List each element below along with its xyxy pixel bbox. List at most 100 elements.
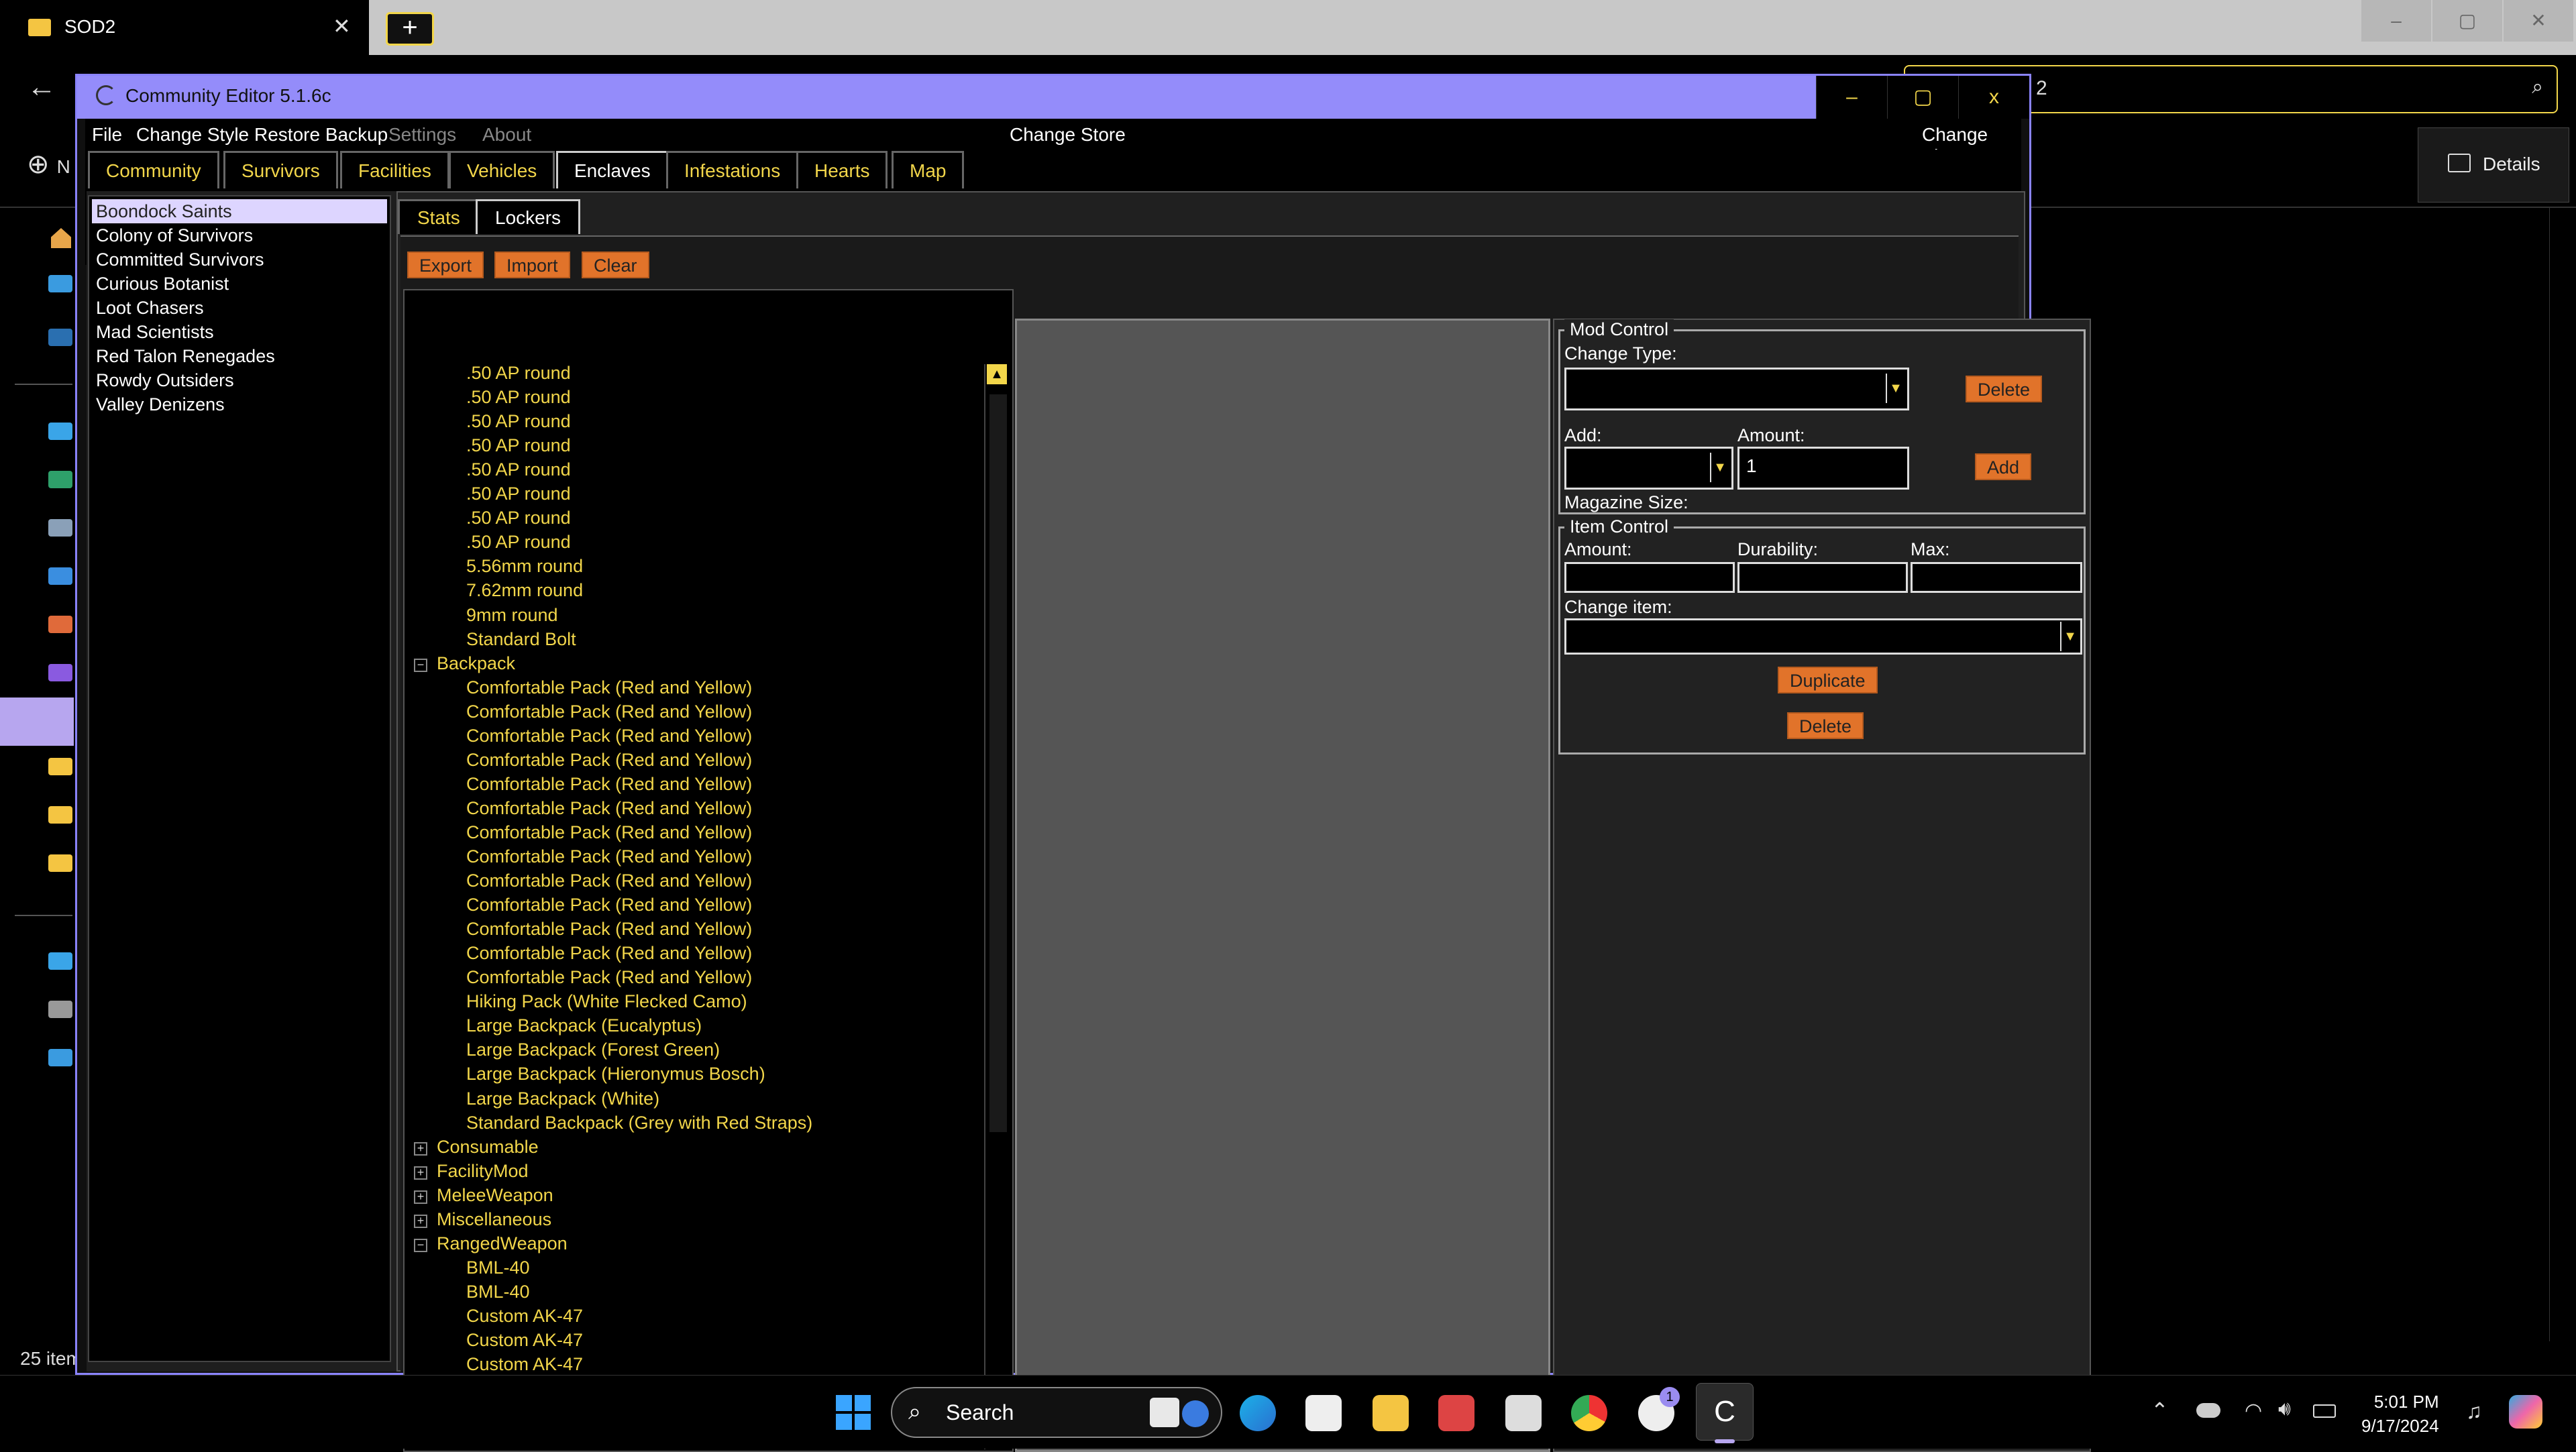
import-button[interactable]: Import — [494, 252, 570, 278]
file-explorer-icon[interactable] — [1373, 1395, 1409, 1431]
tab-community[interactable]: Community — [88, 151, 219, 188]
tree-item[interactable]: .50 AP round — [466, 532, 571, 553]
videos-icon[interactable] — [48, 664, 72, 681]
tab-survivors[interactable]: Survivors — [223, 151, 338, 188]
explorer-tab[interactable]: SOD2 ✕ — [0, 0, 369, 55]
menu-change-store[interactable]: Change Store — [1010, 124, 1126, 146]
tree-item[interactable]: Comfortable Pack (Red and Yellow) — [466, 798, 752, 819]
tree-item[interactable]: BML-40 — [466, 1282, 530, 1302]
snipping-tool-icon[interactable] — [1438, 1395, 1474, 1431]
tree-item[interactable]: Large Backpack (Forest Green) — [466, 1040, 720, 1060]
tree-item[interactable]: Comfortable Pack (Red and Yellow) — [466, 677, 752, 698]
tree-item[interactable]: Comfortable Pack (Red and Yellow) — [466, 967, 752, 988]
expand-toggle-icon[interactable]: + — [414, 1190, 427, 1204]
chevron-up-icon[interactable]: ⌃ — [2151, 1398, 2169, 1423]
tree-item[interactable]: Comfortable Pack (Red and Yellow) — [466, 726, 752, 746]
title-bar[interactable]: Community Editor 5.1.6c – ▢ x — [77, 76, 2029, 119]
battery-icon[interactable] — [2313, 1404, 2336, 1418]
collapse-toggle-icon[interactable]: − — [414, 658, 427, 672]
menu-restore-backup[interactable]: Restore Backup — [254, 124, 388, 146]
tree-category[interactable]: RangedWeapon — [437, 1233, 568, 1254]
volume-icon[interactable]: 🔊︎ — [2278, 1398, 2291, 1420]
drive-icon[interactable] — [48, 1001, 72, 1018]
enclave-item[interactable]: Rowdy Outsiders — [92, 368, 387, 392]
community-editor-taskbar-icon[interactable]: C — [1696, 1383, 1754, 1441]
store-icon[interactable] — [1305, 1395, 1342, 1431]
folder-icon[interactable] — [48, 806, 72, 824]
tree-item[interactable]: Comfortable Pack (Red and Yellow) — [466, 774, 752, 795]
explorer-maximize-button[interactable]: ▢ — [2432, 0, 2502, 42]
tree-item[interactable]: Large Backpack (Hieronymus Bosch) — [466, 1064, 765, 1084]
tree-item[interactable]: Comfortable Pack (Red and Yellow) — [466, 846, 752, 867]
collapse-toggle-icon[interactable]: − — [414, 1238, 427, 1252]
tree-item[interactable]: Comfortable Pack (Red and Yellow) — [466, 871, 752, 891]
folder-icon[interactable] — [48, 758, 72, 775]
tree-item[interactable]: .50 AP round — [466, 411, 571, 432]
tree-item[interactable]: .50 AP round — [466, 363, 571, 384]
tree-category[interactable]: Miscellaneous — [437, 1209, 551, 1230]
duplicate-button[interactable]: Duplicate — [1778, 667, 1878, 693]
tree-item[interactable]: .50 AP round — [466, 435, 571, 456]
tree-item[interactable]: Comfortable Pack (Red and Yellow) — [466, 822, 752, 843]
downloads-icon[interactable] — [48, 471, 72, 488]
locker-item-tree[interactable]: .50 AP round .50 AP round .50 AP round .50 … — [403, 289, 1014, 1452]
clock[interactable]: 5:01 PM 9/17/2024 — [2361, 1390, 2439, 1438]
tree-item[interactable]: Custom AK-47 — [466, 1354, 583, 1375]
this-pc-icon[interactable] — [48, 952, 72, 970]
add-button[interactable]: Add — [1975, 453, 2032, 480]
pictures-icon[interactable] — [48, 567, 72, 585]
export-button[interactable]: Export — [407, 252, 484, 278]
explorer-scrollbar[interactable] — [2549, 208, 2568, 1341]
tree-item[interactable]: Standard Bolt — [466, 629, 576, 650]
enclave-item[interactable]: Loot Chasers — [92, 296, 387, 320]
tree-item[interactable]: .50 AP round — [466, 387, 571, 408]
expand-toggle-icon[interactable]: + — [414, 1141, 427, 1156]
tree-item[interactable]: Custom AK-47 — [466, 1306, 583, 1327]
menu-about[interactable]: About — [482, 124, 531, 146]
tree-item[interactable]: Large Backpack (Eucalyptus) — [466, 1015, 702, 1036]
chrome-icon[interactable] — [1571, 1395, 1607, 1431]
start-icon[interactable] — [836, 1395, 871, 1430]
tab-vehicles[interactable]: Vehicles — [449, 151, 555, 188]
cloud-icon[interactable] — [2196, 1403, 2220, 1418]
tree-category[interactable]: Consumable — [437, 1137, 539, 1158]
tree-item[interactable]: .50 AP round — [466, 484, 571, 504]
documents-icon[interactable] — [48, 519, 72, 537]
tree-item[interactable]: Standard Backpack (Grey with Red Straps) — [466, 1113, 812, 1133]
onedrive-icon[interactable] — [48, 329, 72, 346]
minimize-button[interactable]: – — [1816, 76, 1887, 119]
enclave-item[interactable]: Curious Botanist — [92, 272, 387, 296]
tree-category[interactable]: FacilityMod — [437, 1161, 529, 1182]
taskbar-search[interactable]: ⌕ Search — [891, 1387, 1222, 1438]
tab-infestations[interactable]: Infestations — [666, 151, 799, 188]
explorer-close-button[interactable]: ✕ — [2504, 0, 2573, 42]
tab-map[interactable]: Map — [892, 151, 965, 188]
close-tab-icon[interactable]: ✕ — [333, 13, 351, 39]
tree-item[interactable]: 7.62mm round — [466, 580, 583, 601]
copilot-icon[interactable] — [2509, 1395, 2542, 1429]
network-icon[interactable] — [48, 1049, 72, 1066]
enclave-item[interactable]: Committed Survivors — [92, 247, 387, 272]
close-button[interactable]: x — [1958, 76, 2029, 119]
nav-selected-item[interactable] — [0, 697, 74, 746]
enclave-item[interactable]: Red Talon Renegades — [92, 344, 387, 368]
tree-item[interactable]: 5.56mm round — [466, 556, 583, 577]
scroll-up-icon[interactable]: ▲ — [987, 364, 1007, 384]
tab-enclaves[interactable]: Enclaves — [556, 151, 669, 188]
explorer-minimize-button[interactable]: – — [2361, 0, 2431, 42]
tab-hearts[interactable]: Hearts — [796, 151, 888, 188]
enclave-list[interactable]: Boondock Saints Colony of Survivors Comm… — [88, 195, 391, 1362]
subtab-lockers[interactable]: Lockers — [476, 199, 581, 234]
tree-item[interactable]: Custom AK-47 — [466, 1330, 583, 1351]
mod-delete-button[interactable]: Delete — [1966, 376, 2043, 402]
enclave-item[interactable]: Valley Denizens — [92, 392, 387, 416]
new-tab-button[interactable]: + — [386, 12, 434, 46]
enclave-item[interactable]: Colony of Survivors — [92, 223, 387, 247]
max-input[interactable] — [1911, 562, 2082, 593]
tree-item[interactable]: .50 AP round — [466, 459, 571, 480]
tree-item[interactable]: Hiking Pack (White Flecked Camo) — [466, 991, 747, 1012]
menu-file[interactable]: File — [92, 124, 122, 146]
music-icon[interactable] — [48, 616, 72, 633]
back-arrow-icon[interactable]: ← — [27, 70, 56, 104]
change-type-select[interactable]: ▼ — [1564, 368, 1909, 410]
